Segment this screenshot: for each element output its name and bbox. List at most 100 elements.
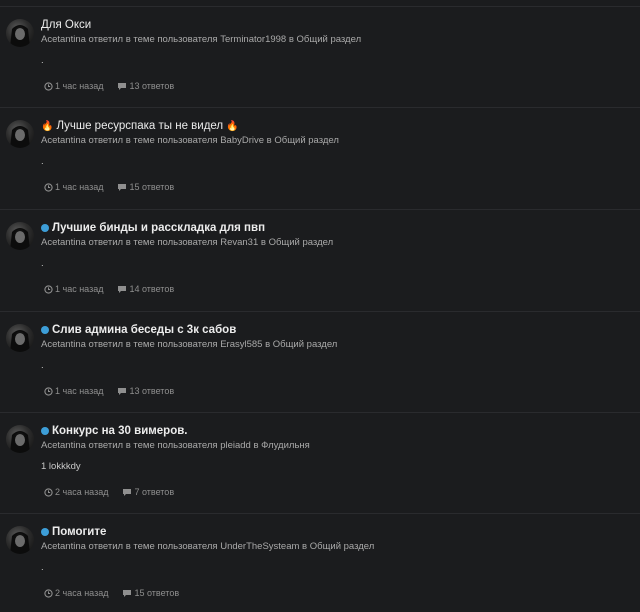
fire-icon: 🔥 (226, 120, 239, 132)
topic-author-link[interactable]: Terminator1998 (220, 34, 286, 45)
activity-meta: Acetantina ответил в теме пользователя U… (41, 541, 374, 552)
activity-meta: Acetantina ответил в теме пользователя R… (41, 237, 333, 248)
feed-item: Для Окси Acetantina ответил в теме польз… (0, 6, 640, 107)
clock-icon (44, 182, 53, 192)
forum-link[interactable]: Общий раздел (274, 135, 339, 146)
clock-icon (44, 284, 53, 294)
topic-author-link[interactable]: pleiadd (220, 440, 251, 451)
feed-item: Лучшие бинды и расскладка для пвп Acetan… (0, 209, 640, 310)
activity-verb: ответил в теме пользователя (88, 237, 218, 248)
in-word: в (288, 34, 294, 45)
replies-label: 14 ответов (129, 284, 175, 294)
activity-verb: ответил в теме пользователя (88, 34, 218, 45)
replies-label: 13 ответов (129, 386, 175, 396)
time-label: 1 час назад (55, 182, 104, 192)
comment-icon (118, 285, 127, 293)
post-snippet: . (41, 156, 44, 167)
post-time[interactable]: 1 час назад (44, 81, 103, 91)
user-link[interactable]: Acetantina (41, 237, 86, 248)
clock-icon (44, 588, 53, 598)
clock-icon (44, 386, 53, 396)
comment-icon (123, 589, 132, 597)
item-stats: 2 часа назад 7 ответов (44, 487, 188, 497)
clock-icon (44, 487, 53, 497)
post-time[interactable]: 1 час назад (44, 182, 103, 192)
unread-dot-icon (41, 427, 49, 435)
clock-icon (44, 81, 53, 91)
topic-title-link[interactable]: Слив админа беседы с 3к сабов (52, 324, 236, 336)
topic-title-link[interactable]: Конкурс на 30 вимеров. (52, 425, 187, 437)
user-avatar[interactable] (6, 526, 34, 554)
feed-item: Конкурс на 30 вимеров. Acetantina ответи… (0, 412, 640, 513)
unread-dot-icon (41, 326, 49, 334)
replies-label: 15 ответов (129, 182, 175, 192)
replies-count[interactable]: 15 ответов (117, 182, 174, 192)
activity-meta: Acetantina ответил в теме пользователя B… (41, 135, 339, 146)
activity-verb: ответил в теме пользователя (88, 135, 218, 146)
activity-feed: Для Окси Acetantina ответил в теме польз… (0, 0, 640, 612)
post-snippet: . (41, 562, 44, 573)
unread-dot-icon (41, 224, 49, 232)
fire-icon: 🔥 (41, 120, 54, 132)
comment-icon (123, 488, 132, 496)
post-snippet: . (41, 360, 44, 371)
comment-icon (118, 387, 127, 395)
post-snippet: 1 lokkkdy (41, 461, 81, 472)
feed-item: Слив админа беседы с 3к сабов Acetantina… (0, 311, 640, 412)
comment-icon (118, 183, 127, 191)
topic-author-link[interactable]: Erasyl585 (220, 339, 262, 350)
replies-count[interactable]: 15 ответов (122, 588, 179, 598)
user-link[interactable]: Acetantina (41, 440, 86, 451)
user-avatar[interactable] (6, 120, 34, 148)
post-time[interactable]: 1 час назад (44, 386, 103, 396)
feed-item: Помогите Acetantina ответил в теме польз… (0, 513, 640, 612)
post-time[interactable]: 2 часа назад (44, 487, 108, 497)
replies-count[interactable]: 7 ответов (122, 487, 174, 497)
comment-icon (118, 82, 127, 90)
replies-count[interactable]: 13 ответов (117, 81, 174, 91)
activity-meta: Acetantina ответил в теме пользователя E… (41, 339, 337, 350)
replies-label: 13 ответов (129, 81, 175, 91)
item-stats: 1 час назад 15 ответов (44, 182, 188, 192)
item-stats: 1 час назад 13 ответов (44, 81, 188, 91)
topic-title-link[interactable]: Помогите (52, 526, 106, 538)
time-label: 2 часа назад (55, 588, 109, 598)
user-avatar[interactable] (6, 324, 34, 352)
post-time[interactable]: 1 час назад (44, 284, 103, 294)
topic-author-link[interactable]: UnderTheSysteam (220, 541, 299, 552)
time-label: 1 час назад (55, 386, 104, 396)
user-avatar[interactable] (6, 222, 34, 250)
in-word: в (265, 339, 271, 350)
topic-title-link[interactable]: Лучшие бинды и расскладка для пвп (52, 222, 265, 234)
activity-verb: ответил в теме пользователя (88, 541, 218, 552)
user-link[interactable]: Acetantina (41, 339, 86, 350)
topic-title-link[interactable]: Для Окси (41, 19, 91, 31)
unread-dot-icon (41, 528, 49, 536)
in-word: в (260, 237, 266, 248)
topic-title-link[interactable]: Лучше ресурспака ты не видел (56, 120, 223, 132)
replies-count[interactable]: 13 ответов (117, 386, 174, 396)
post-snippet: . (41, 258, 44, 269)
forum-link[interactable]: Общий раздел (269, 237, 334, 248)
replies-label: 15 ответов (134, 588, 180, 598)
in-word: в (266, 135, 272, 146)
user-link[interactable]: Acetantina (41, 135, 86, 146)
forum-link[interactable]: Общий раздел (273, 339, 338, 350)
user-link[interactable]: Acetantina (41, 34, 86, 45)
post-snippet: . (41, 55, 44, 66)
forum-link[interactable]: Общий раздел (297, 34, 362, 45)
topic-author-link[interactable]: Revan31 (220, 237, 258, 248)
forum-link[interactable]: Флудильня (261, 440, 310, 451)
feed-item: 🔥 Лучше ресурспака ты не видел 🔥 Acetant… (0, 107, 640, 208)
topic-author-link[interactable]: BabyDrive (220, 135, 264, 146)
activity-verb: ответил в теме пользователя (88, 440, 218, 451)
replies-count[interactable]: 14 ответов (117, 284, 174, 294)
activity-meta: Acetantina ответил в теме пользователя T… (41, 34, 361, 45)
user-link[interactable]: Acetantina (41, 541, 86, 552)
forum-link[interactable]: Общий раздел (310, 541, 375, 552)
item-stats: 2 часа назад 15 ответов (44, 588, 193, 598)
user-avatar[interactable] (6, 425, 34, 453)
user-avatar[interactable] (6, 19, 34, 47)
post-time[interactable]: 2 часа назад (44, 588, 108, 598)
time-label: 1 час назад (55, 284, 104, 294)
